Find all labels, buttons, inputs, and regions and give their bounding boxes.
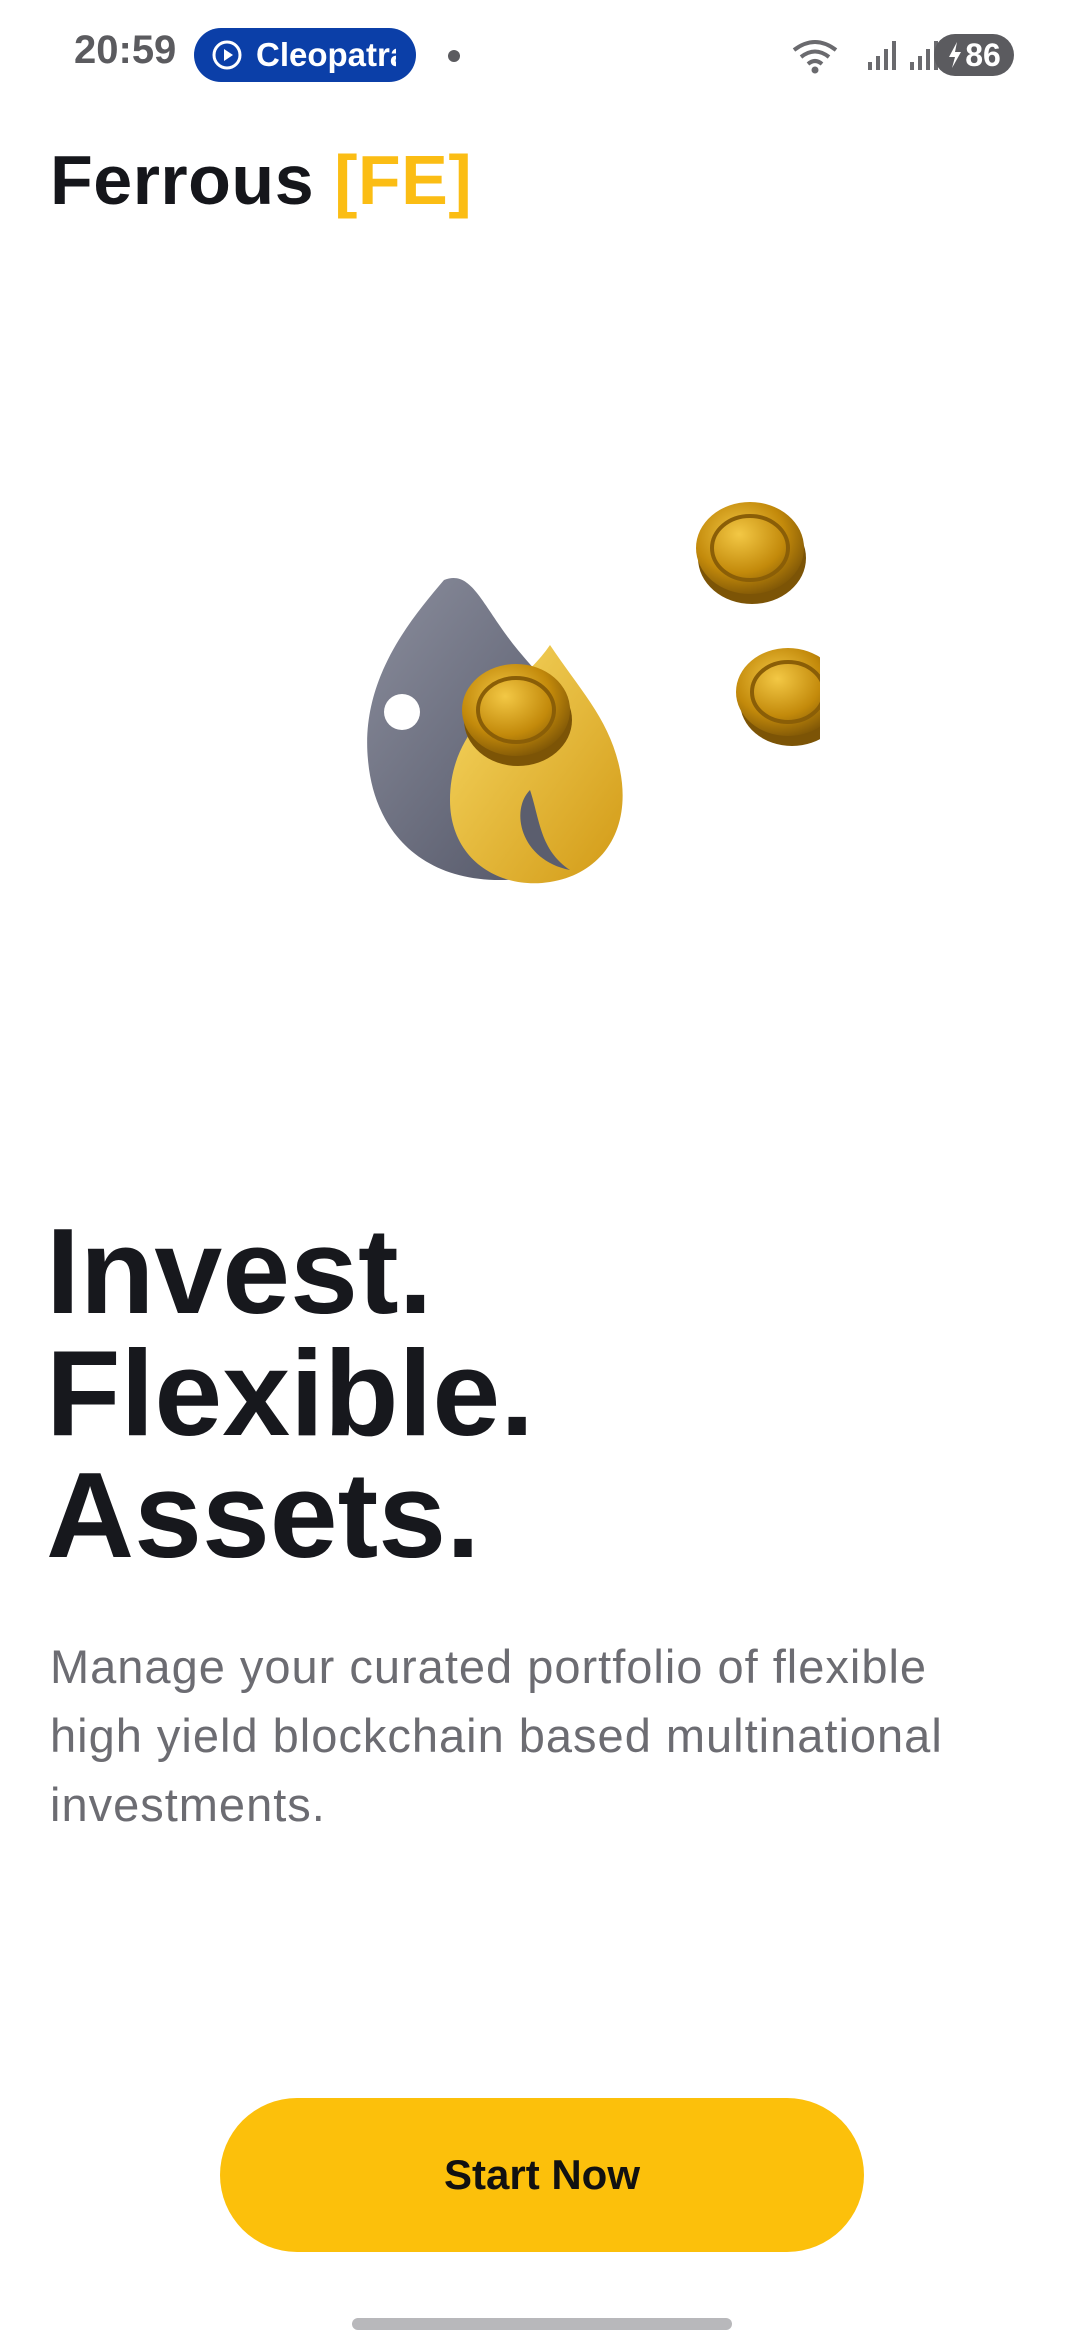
- status-bar: 20:59 Cleopatra 86: [0, 0, 1080, 110]
- brand-title: Ferrous [FE]: [50, 140, 472, 220]
- coin-icon: [736, 648, 820, 746]
- home-indicator[interactable]: [352, 2318, 732, 2330]
- coin-icon: [696, 502, 806, 604]
- play-circle-icon: [212, 40, 242, 70]
- flame-with-coins-illustration: [367, 502, 820, 884]
- headline-line-assets: Assets.: [46, 1447, 481, 1583]
- battery-charging-icon: [949, 42, 962, 68]
- notification-dot-icon: [448, 50, 460, 62]
- start-now-button[interactable]: Start Now: [220, 2098, 864, 2252]
- coin-icon: [462, 664, 572, 766]
- brand-name: Ferrous: [50, 141, 315, 219]
- description-text: Manage your curated portfolio of flexibl…: [50, 1640, 943, 1831]
- status-time: 20:59: [74, 28, 177, 72]
- battery-indicator: 86: [934, 34, 1014, 76]
- wifi-icon: [792, 40, 838, 74]
- app-pill-label: Cleopatra: [256, 36, 396, 73]
- headline-line-flexible: Flexible.: [46, 1325, 535, 1461]
- battery-level: 86: [965, 36, 1001, 73]
- headline-line-invest: Invest.: [46, 1203, 433, 1339]
- brand-ticker: [FE]: [334, 141, 473, 219]
- app-activity-pill[interactable]: Cleopatra: [194, 28, 416, 82]
- headline: Invest. Flexible. Assets.: [46, 1210, 534, 1576]
- signal-icon: [868, 41, 896, 70]
